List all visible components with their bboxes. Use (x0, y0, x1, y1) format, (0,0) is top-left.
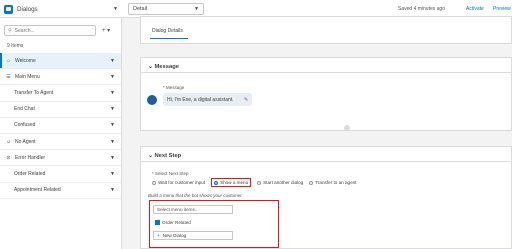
error-icon: ⊘ (6, 154, 11, 161)
sidebar-item-label: Confused (14, 122, 36, 129)
item-count: 9 Items (7, 43, 24, 49)
dialog-list: ⌂ Welcome ▼ ☰ Main Menu ▼ Transfer To Ag… (0, 53, 121, 199)
activate-button[interactable]: Activate (466, 6, 484, 12)
new-dialog-label: New Dialog (162, 233, 187, 238)
chevron-down-icon[interactable]: ▼ (110, 74, 115, 80)
saved-status: Saved 4 minutes ago (398, 6, 445, 12)
message-section: ⌄ Message * Message Hi, I'm Eve, a digit… (140, 57, 512, 131)
chevron-down-icon[interactable]: ▼ (110, 122, 115, 128)
divider (141, 161, 511, 162)
chat-bubble-icon (4, 4, 13, 14)
radio-dot (257, 180, 262, 185)
radio-show-menu[interactable]: Show a menu (211, 178, 252, 187)
radio-start-dialog[interactable]: Start another dialog (257, 180, 303, 185)
person-icon: ☺ (5, 138, 12, 145)
sidebar-item-transfer-to-agent[interactable]: Transfer To Agent ▼ (0, 85, 121, 102)
chevron-down-icon[interactable]: ▼ (110, 106, 115, 112)
sidebar-item-label: End Chat (14, 106, 35, 113)
menu-search-input[interactable]: Select menu items... (153, 205, 233, 214)
chevron-down-icon[interactable]: ▼ (110, 139, 115, 145)
app-title: Dialogs (17, 5, 38, 13)
detail-select[interactable]: Detail ▼ (128, 3, 204, 15)
message-text: Hi, I'm Eve, a digital assistant. (167, 96, 234, 103)
sidebar-item-welcome[interactable]: ⌂ Welcome ▼ (0, 53, 121, 70)
add-label: + (102, 28, 106, 34)
chevron-down-icon[interactable]: ▼ (110, 171, 115, 177)
search-icon: ⚲ (8, 27, 12, 34)
sidebar-item-confused[interactable]: Confused ▼ (0, 118, 121, 134)
chevron-down-icon: ▼ (194, 6, 199, 12)
sidebar-item-appointment-related[interactable]: Appointment Related ▼ (0, 183, 121, 199)
sidebar-item-error-handler[interactable]: ⊘ Error Handler ▼ (0, 150, 121, 167)
edit-icon[interactable]: ✎ (244, 97, 248, 103)
divider (141, 72, 511, 73)
dialog-details-panel: Dialog Details (140, 16, 512, 44)
menu-hint: Build a menu that the bot shows your cus… (148, 193, 243, 198)
radio-label: Transfer to an agent (315, 180, 357, 185)
radio-label: Wait for customer input (158, 180, 206, 185)
radio-transfer-agent[interactable]: Transfer to an agent (309, 180, 356, 185)
tab-dialog-details[interactable]: Dialog Details (152, 28, 183, 34)
sidebar-item-order-related[interactable]: Order Related ▼ (0, 166, 121, 183)
message-section-title[interactable]: ⌄ Message (148, 64, 179, 70)
plus-icon: + (157, 233, 160, 238)
menu-search-placeholder: Select menu items... (157, 207, 199, 212)
sidebar-item-label: Main Menu (15, 73, 40, 80)
chevron-down-icon[interactable]: ▼ (110, 58, 115, 64)
section-title-text: Message (154, 64, 179, 70)
radio-label: Start another dialog (263, 180, 304, 185)
section-title-text: Next Step (154, 153, 182, 159)
sidebar-item-label: Error Handler (15, 154, 46, 161)
sidebar-item-label: No Agent (15, 138, 36, 145)
sidebar-item-end-chat[interactable]: End Chat ▼ (0, 102, 121, 118)
radio-label: Show a menu (220, 180, 249, 185)
collapse-handle[interactable] (344, 125, 350, 131)
menu-item-label: Order Related (162, 220, 191, 225)
radio-wait-input[interactable]: Wait for customer input (152, 180, 205, 185)
chevron-down-icon[interactable]: ▼ (110, 155, 115, 161)
new-dialog-button[interactable]: + New Dialog (153, 231, 233, 240)
next-step-section-title[interactable]: ⌄ Next Step (148, 153, 181, 159)
search-input[interactable]: ⚲ Search... (4, 25, 96, 36)
sidebar-item-label: Welcome (15, 57, 36, 64)
chevron-down-icon[interactable]: ▼ (110, 90, 115, 96)
dialog-type-dropdown[interactable]: Dialogs ▼ (4, 3, 118, 15)
bot-avatar (147, 95, 157, 105)
sidebar-item-label: Transfer To Agent (14, 89, 54, 96)
menu-item-icon (155, 220, 160, 225)
sidebar: ⚲ Search... + ▾ 9 Items ⌂ Welcome ▼ ☰ Ma… (0, 18, 122, 249)
next-step-section: ⌄ Next Step * Select Next Step Wait for … (140, 146, 512, 249)
radio-dot-selected (214, 180, 219, 185)
radio-dot (152, 180, 156, 185)
menu-item-order-related[interactable]: Order Related (153, 218, 235, 227)
search-placeholder: Search... (14, 27, 35, 34)
preview-button[interactable]: Preview (493, 6, 511, 12)
tab-active-indicator (150, 38, 188, 39)
sidebar-item-main-menu[interactable]: ☰ Main Menu ▼ (0, 69, 121, 86)
select-next-step-label: * Select Next Step (152, 171, 189, 176)
radio-dot (309, 180, 314, 185)
add-dialog-button[interactable]: + ▾ (102, 27, 110, 34)
detail-select-value: Detail (133, 6, 148, 12)
chevron-down-icon: ▼ (113, 6, 118, 12)
message-bubble[interactable]: Hi, I'm Eve, a digital assistant. (163, 93, 252, 106)
sidebar-item-no-agent[interactable]: ☺ No Agent ▼ (0, 134, 121, 151)
chevron-down-icon[interactable]: ▼ (110, 187, 115, 193)
home-icon: ⌂ (6, 57, 11, 64)
sidebar-item-label: Appointment Related (14, 187, 61, 194)
menu-builder: Select menu items... Order Related + New… (149, 200, 279, 248)
message-field-label: * Message (163, 85, 185, 90)
list-icon: ☰ (6, 73, 11, 80)
next-step-radio-group: Wait for customer input Show a menu Star… (152, 178, 356, 187)
sidebar-item-label: Order Related (14, 170, 46, 177)
